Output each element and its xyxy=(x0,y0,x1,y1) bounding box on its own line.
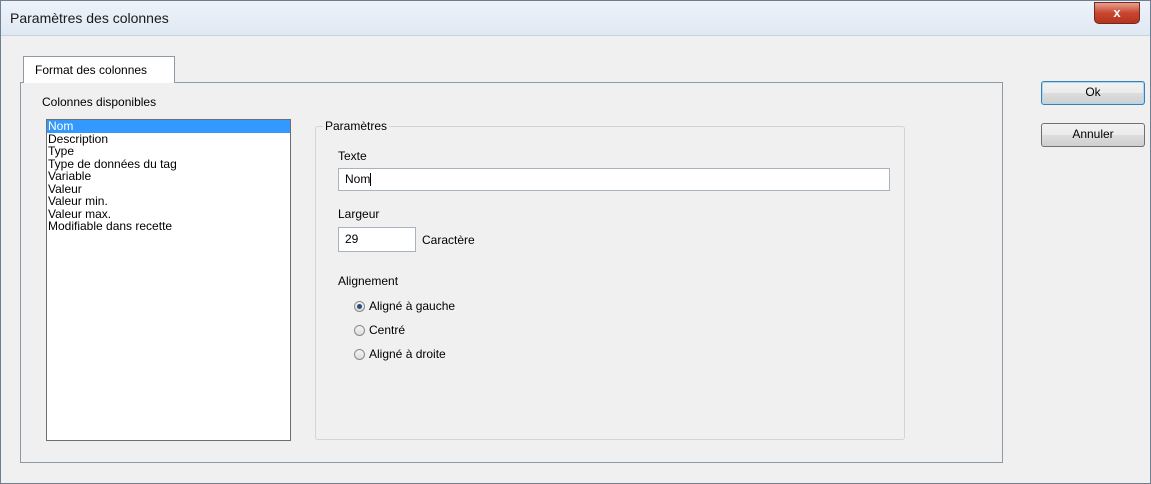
width-input[interactable]: 29 xyxy=(338,227,416,252)
radio-align-left-label: Aligné à gauche xyxy=(369,299,456,313)
radio-align-left[interactable]: Aligné à gauche xyxy=(354,298,455,314)
list-item-description[interactable]: Description xyxy=(47,132,290,146)
alignment-label: Alignement xyxy=(338,274,399,288)
ok-button[interactable]: Ok xyxy=(1041,81,1145,105)
close-button[interactable]: x xyxy=(1094,2,1140,24)
tab-label: Format des colonnes xyxy=(35,63,148,77)
list-item-valeur-min[interactable]: Valeur min. xyxy=(47,195,290,208)
cancel-button[interactable]: Annuler xyxy=(1041,123,1145,147)
available-columns-label: Colonnes disponibles xyxy=(42,95,157,109)
text-label: Texte xyxy=(338,149,367,163)
radio-align-center[interactable]: Centré xyxy=(354,322,405,338)
text-input[interactable]: Nom xyxy=(338,168,890,191)
text-caret xyxy=(370,173,372,187)
radio-align-center-label: Centré xyxy=(369,323,406,337)
parameters-legend: Paramètres xyxy=(323,119,390,133)
width-unit-label: Caractère xyxy=(422,233,475,247)
tab-format-des-colonnes[interactable]: Format des colonnes xyxy=(23,56,175,83)
width-label: Largeur xyxy=(338,207,380,221)
close-icon: x xyxy=(1113,5,1121,20)
list-item-variable[interactable]: Variable xyxy=(47,170,290,183)
radio-checked-icon xyxy=(354,300,365,312)
list-item-nom[interactable]: Nom xyxy=(47,120,290,133)
available-columns-list[interactable]: Nom Description Type Type de données du … xyxy=(46,119,291,441)
radio-align-right[interactable]: Aligné à droite xyxy=(354,346,446,362)
list-item-modifiable-recette[interactable]: Modifiable dans recette xyxy=(47,220,290,233)
text-input-value: Nom xyxy=(345,172,371,186)
list-item-type[interactable]: Type xyxy=(47,145,290,158)
window-title: Paramètres des colonnes xyxy=(10,10,169,26)
title-bar: Paramètres des colonnes x xyxy=(1,1,1150,36)
radio-unchecked-icon xyxy=(354,348,365,360)
radio-align-right-label: Aligné à droite xyxy=(369,347,446,361)
radio-unchecked-icon xyxy=(354,324,365,336)
